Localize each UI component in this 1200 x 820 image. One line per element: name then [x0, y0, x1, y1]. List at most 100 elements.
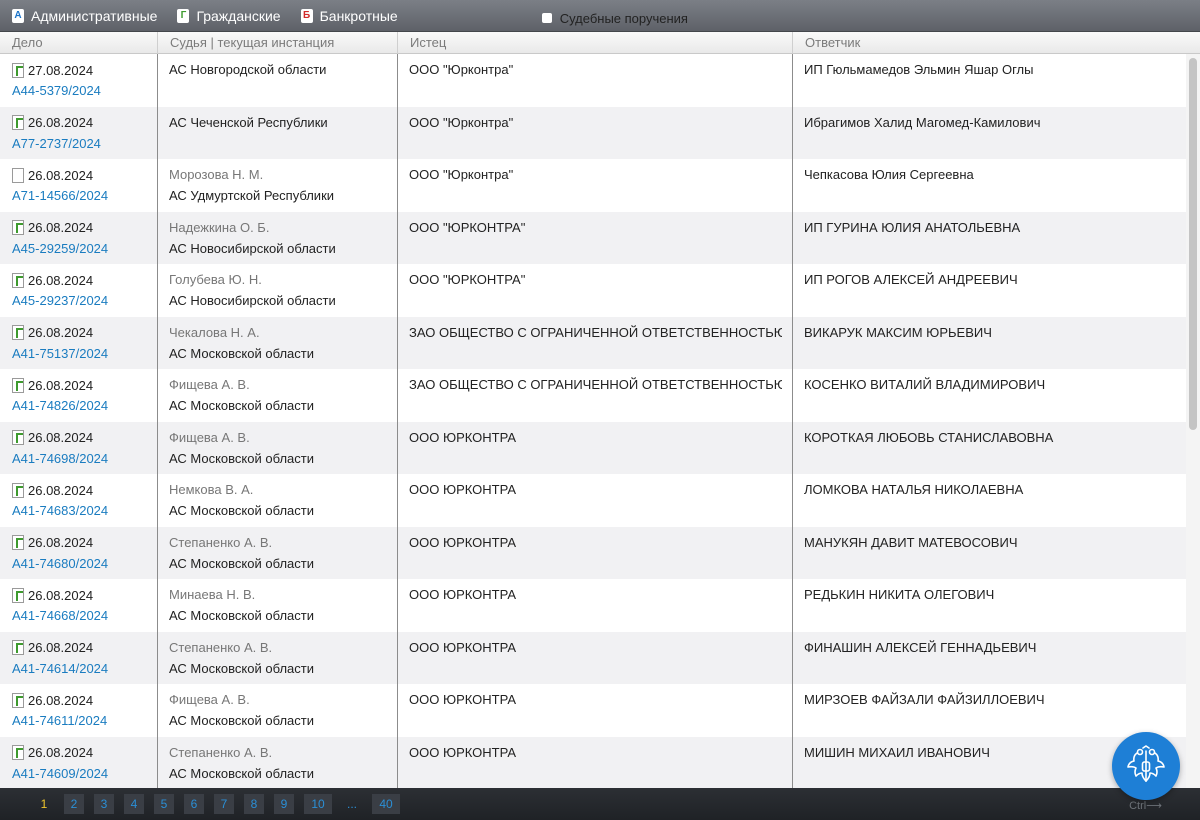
civil-document-icon [12, 482, 24, 498]
filter-bankrupt[interactable]: Б Банкротные [300, 7, 398, 24]
table-row[interactable]: 26.08.2024 А41-74683/2024 Немкова В. А. АС … [0, 474, 1186, 527]
filter-civil[interactable]: Г Гражданские [177, 8, 281, 24]
plaintiff-cell: ООО ЮРКОНТРА [398, 526, 793, 579]
table-row[interactable]: 26.08.2024 А41-74698/2024 Фищева А. В. АС М… [0, 421, 1186, 474]
vertical-scrollbar[interactable] [1186, 54, 1200, 788]
column-header-plaintiff[interactable]: Истец [398, 32, 793, 54]
page-2-button[interactable]: 2 [64, 794, 84, 814]
plaintiff-cell: ЗАО ОБЩЕСТВО С ОГРАНИЧЕННОЙ ОТВЕТСТВЕННО… [398, 316, 793, 369]
table-row[interactable]: 26.08.2024 А41-74611/2024 Фищева А. В. АС М… [0, 684, 1186, 737]
case-date: 26.08.2024 [28, 115, 94, 130]
case-cell: 26.08.2024 А41-74683/2024 [0, 474, 158, 527]
defendant-cell: МИРЗОЕВ ФАЙЗАЛИ ФАЙЗИЛЛОЕВИЧ [793, 684, 1186, 737]
page-4-button[interactable]: 4 [124, 794, 144, 814]
page-5-button[interactable]: 5 [154, 794, 174, 814]
case-date: 26.08.2024 [28, 587, 94, 603]
page-1-button[interactable]: 1 [34, 794, 54, 814]
table-row[interactable]: 26.08.2024 А41-74826/2024 Фищева А. В. АС М… [0, 369, 1186, 422]
keyboard-nav-hint: Ctrl⟶ [1129, 800, 1162, 812]
case-date: 26.08.2024 [28, 745, 94, 760]
civil-document-icon [12, 220, 24, 235]
case-date: 26.08.2024 [28, 482, 94, 498]
judge-name: Немкова В. А. [169, 482, 254, 497]
table-row[interactable]: 26.08.2024 А45-29237/2024 Голубева Ю. Н. АС… [0, 264, 1186, 317]
filter-administrative[interactable]: А Административные [12, 8, 157, 24]
case-number-link[interactable]: А41-74611/2024 [12, 713, 157, 728]
table-row[interactable]: 26.08.2024 А41-74609/2024 Степаненко А. В.… [0, 736, 1186, 788]
judge-cell: Фищева А. В. АС Московской области [158, 684, 398, 737]
case-number-link[interactable]: А41-74680/2024 [12, 556, 157, 571]
court-name: АС Чеченской Республики [169, 114, 328, 130]
document-icon [12, 167, 24, 183]
judge-name: Минаева Н. В. [169, 587, 256, 602]
column-header-defendant[interactable]: Ответчик [793, 32, 1200, 54]
judge-cell: Голубева Ю. Н. АС Новосибирской области [158, 264, 398, 317]
table-row[interactable]: 26.08.2024 А41-74680/2024 Степаненко А. В.… [0, 526, 1186, 579]
table-row[interactable]: 27.08.2024 А44-5379/2024 АС Новгородской о… [0, 54, 1186, 107]
case-number-link[interactable]: А45-29259/2024 [12, 241, 157, 256]
plaintiff-name: ООО "ЮРКОНТРА" [409, 219, 526, 235]
defendant-cell: Чепкасова Юлия Сергеевна [793, 159, 1186, 212]
table-row[interactable]: 26.08.2024 А77-2737/2024 АС Чеченской Респ… [0, 106, 1186, 159]
judge-cell: Чекалова Н. А. АС Московской области [158, 316, 398, 369]
page-9-button[interactable]: 9 [274, 794, 294, 814]
court-name: АС Московской области [169, 345, 314, 361]
court-name: АС Московской области [169, 503, 314, 518]
plaintiff-name: ООО ЮРКОНТРА [409, 534, 517, 550]
case-number-link[interactable]: А41-74668/2024 [12, 608, 157, 623]
emblem-button[interactable] [1112, 732, 1180, 800]
case-number-link[interactable]: А45-29237/2024 [12, 293, 157, 308]
case-number-link[interactable]: А71-14566/2024 [12, 188, 157, 203]
table-row[interactable]: 26.08.2024 А41-75137/2024 Чекалова Н. А. АС… [0, 316, 1186, 369]
scrollbar-thumb[interactable] [1189, 58, 1197, 430]
case-number-link[interactable]: А41-74826/2024 [12, 398, 157, 413]
filter-court-orders[interactable]: Судебные поручения [418, 11, 688, 26]
defendant-cell: ИП РОГОВ АЛЕКСЕЙ АНДРЕЕВИЧ [793, 264, 1186, 317]
page-7-button[interactable]: 7 [214, 794, 234, 814]
table-row[interactable]: 26.08.2024 А71-14566/2024 Морозова Н. М. АС… [0, 159, 1186, 212]
administrative-badge-icon: А [12, 8, 24, 23]
court-name: АС Новосибирской области [169, 240, 336, 256]
case-number-link[interactable]: А41-74683/2024 [12, 503, 157, 518]
civil-document-icon [12, 62, 24, 78]
filter-bankrupt-label: Банкротные [319, 7, 398, 24]
case-number-link[interactable]: А44-5379/2024 [12, 83, 157, 98]
page-8-button[interactable]: 8 [244, 794, 264, 814]
table-row[interactable]: 26.08.2024 А45-29259/2024 Надежкина О. Б. А… [0, 211, 1186, 264]
case-number-link[interactable]: А41-74609/2024 [12, 766, 157, 781]
column-header-judge[interactable]: Судья | текущая инстанция [158, 32, 398, 54]
defendant-cell: ИП Гюльмамедов Эльмин Яшар Оглы [793, 54, 1186, 107]
defendant-name: МАНУКЯН ДАВИТ МАТЕВОСОВИЧ [804, 534, 1018, 550]
page-3-button[interactable]: 3 [94, 794, 114, 814]
defendant-name: КОСЕНКО ВИТАЛИЙ ВЛАДИМИРОВИЧ [804, 377, 1046, 392]
case-number-link[interactable]: А77-2737/2024 [12, 136, 157, 151]
table-row[interactable]: 26.08.2024 А41-74668/2024 Минаева Н. В. АС … [0, 579, 1186, 632]
court-orders-checkbox[interactable] [541, 13, 552, 23]
bankrupt-badge-icon: Б [300, 8, 313, 23]
court-name: АС Московской области [169, 660, 314, 676]
case-date: 27.08.2024 [28, 62, 94, 78]
page-6-button[interactable]: 6 [184, 794, 204, 814]
case-cell: 26.08.2024 А41-74826/2024 [0, 369, 158, 422]
page-40-button[interactable]: 40 [372, 794, 400, 814]
judge-cell: АС Новгородской области [158, 54, 398, 107]
plaintiff-name: ООО "Юрконтра" [409, 62, 514, 77]
defendant-cell: КОСЕНКО ВИТАЛИЙ ВЛАДИМИРОВИЧ [793, 369, 1186, 422]
plaintiff-name: ООО ЮРКОНТРА [409, 639, 517, 655]
court-name: АС Московской области [169, 555, 314, 571]
judge-cell: Фищева А. В. АС Московской области [158, 421, 398, 474]
table-row[interactable]: 26.08.2024 А41-74614/2024 Степаненко А. В.… [0, 631, 1186, 684]
civil-document-icon [12, 692, 24, 708]
defendant-cell: ЛОМКОВА НАТАЛЬЯ НИКОЛАЕВНА [793, 474, 1186, 527]
page-ellipsis[interactable]: ... [342, 794, 362, 814]
case-number-link[interactable]: А41-74614/2024 [12, 661, 157, 676]
court-name: АС Московской области [169, 398, 314, 413]
court-name: АС Московской области [169, 450, 314, 466]
civil-document-icon [12, 325, 24, 340]
page-10-button[interactable]: 10 [304, 794, 332, 814]
civil-document-icon [12, 377, 24, 393]
plaintiff-cell: ЗАО ОБЩЕСТВО С ОГРАНИЧЕННОЙ ОТВЕТСТВЕННО… [398, 369, 793, 422]
case-number-link[interactable]: А41-74698/2024 [12, 451, 157, 466]
case-number-link[interactable]: А41-75137/2024 [12, 346, 157, 361]
column-header-case[interactable]: Дело [0, 32, 158, 54]
